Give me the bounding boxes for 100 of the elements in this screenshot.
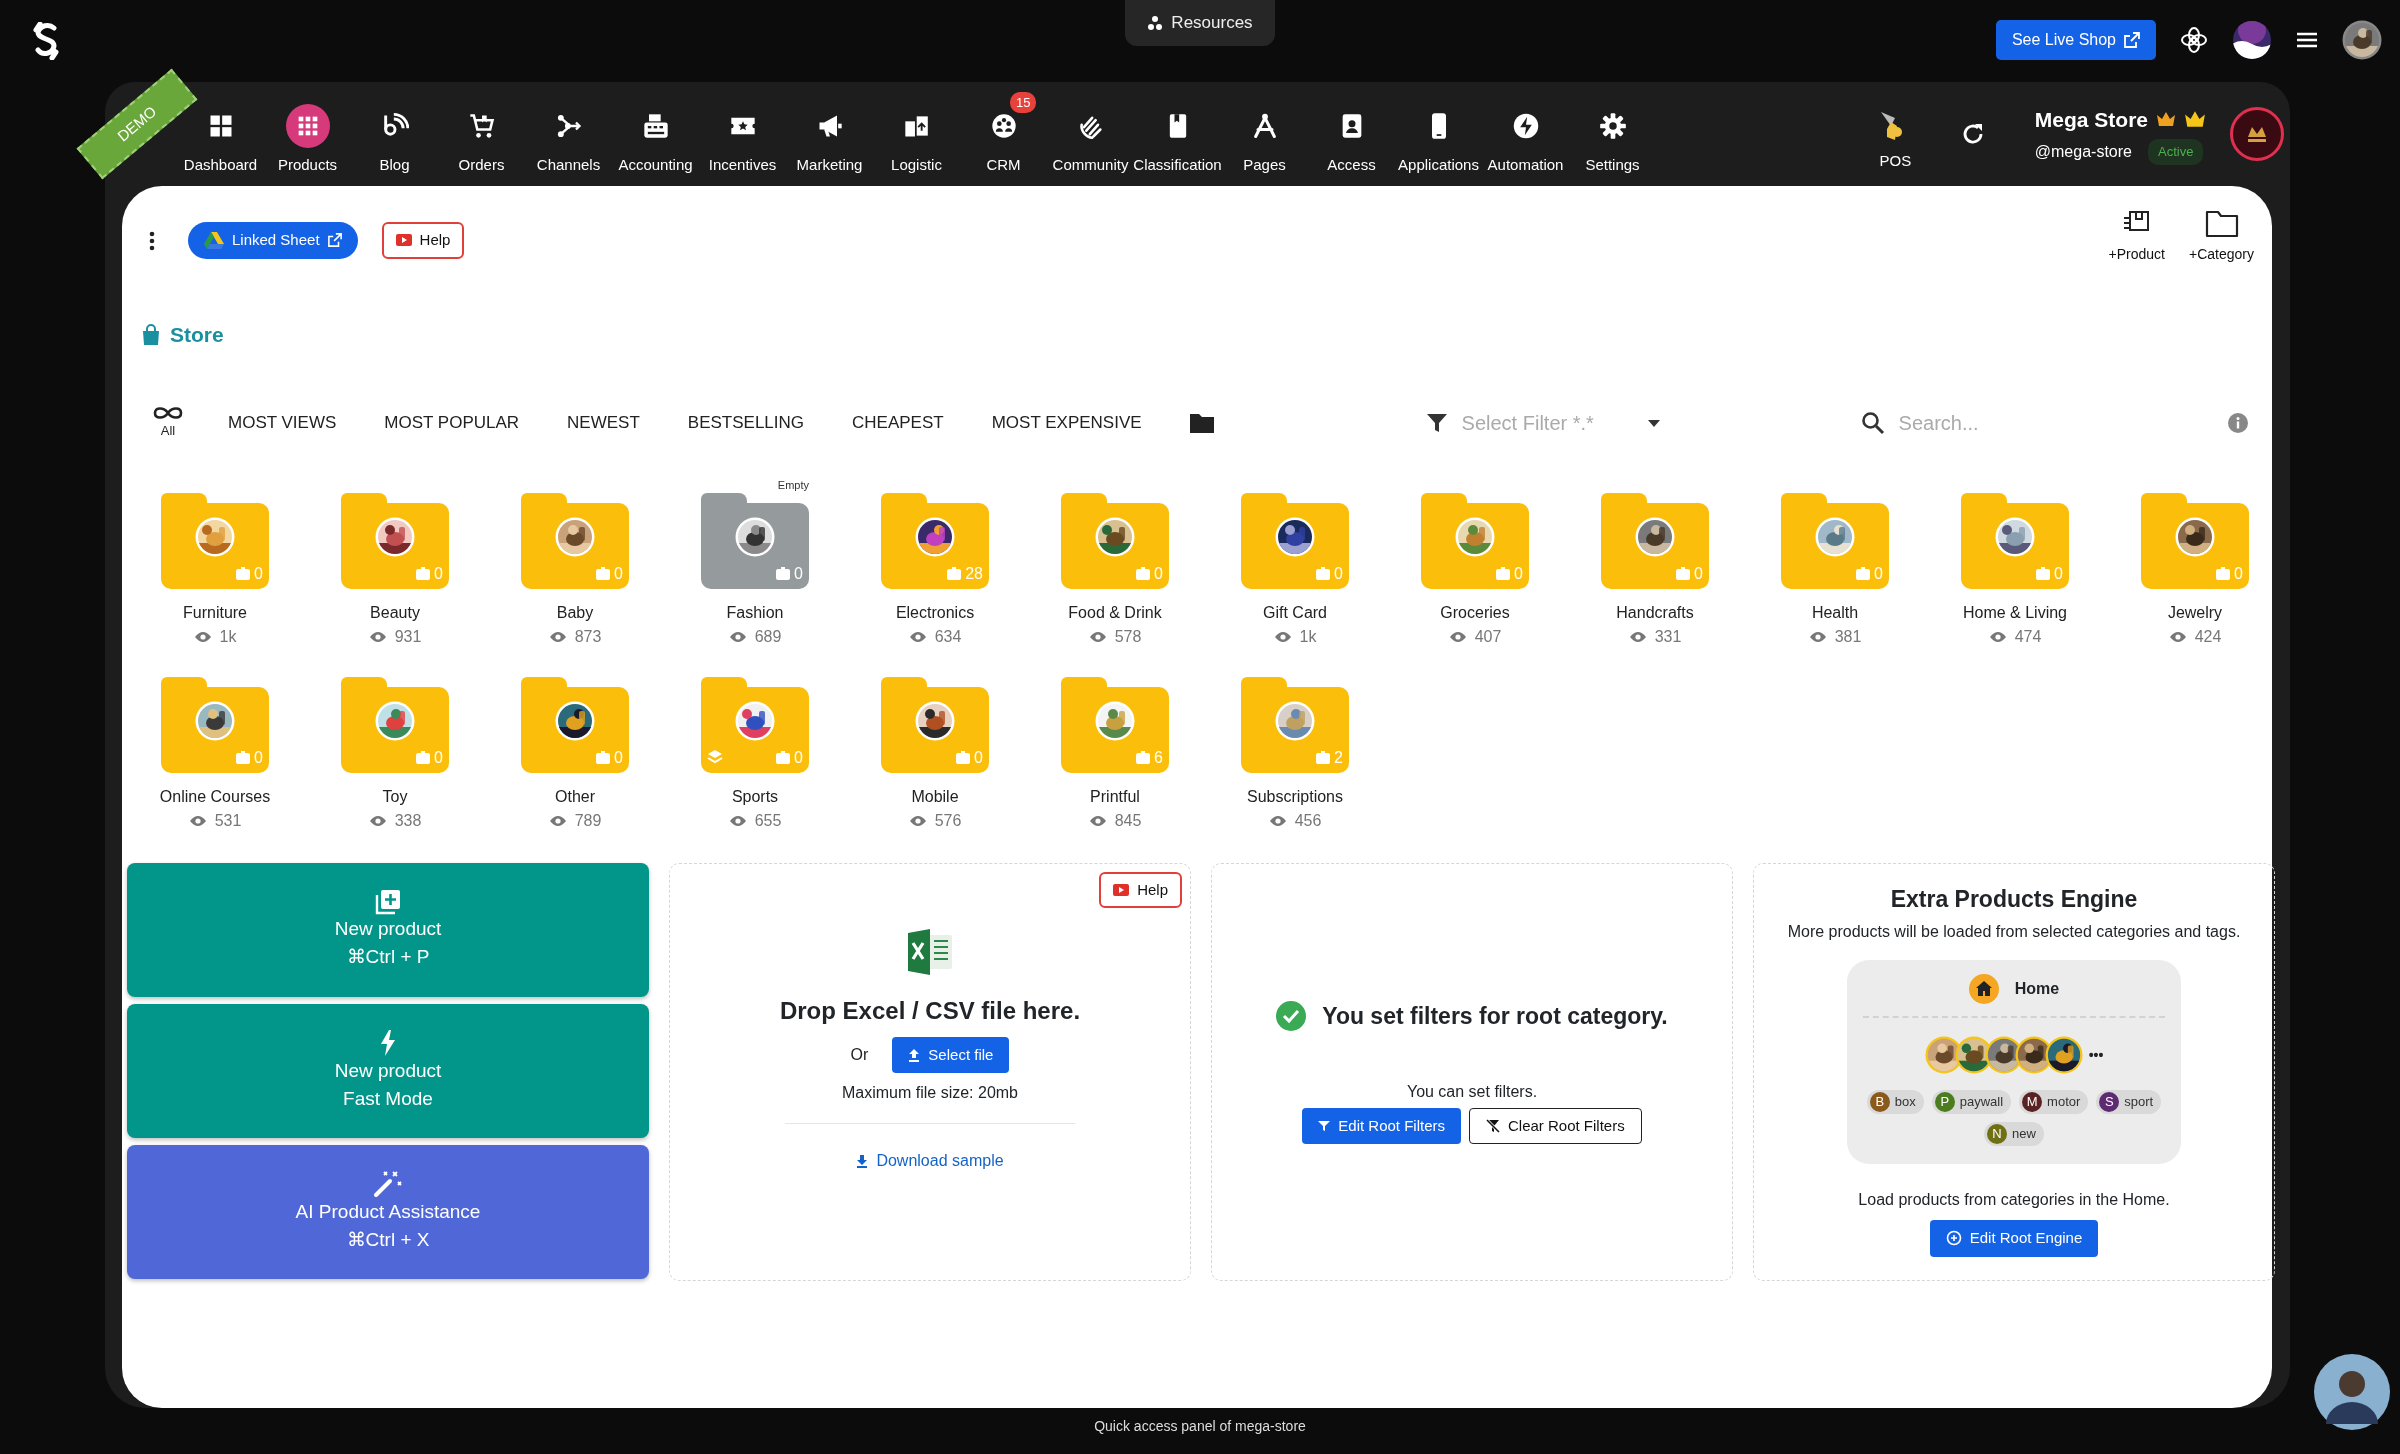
nav-tab[interactable]: Accounting <box>612 91 699 177</box>
linked-sheet-button[interactable]: Linked Sheet <box>188 222 358 259</box>
nav-tab[interactable]: Logistic <box>873 91 960 177</box>
nav-tab[interactable]: Settings <box>1569 91 1656 177</box>
resources-button[interactable]: Resources <box>1125 0 1275 46</box>
box-icon <box>596 567 611 580</box>
product-count: 28 <box>965 563 983 584</box>
product-count: 0 <box>2234 563 2243 584</box>
empty-label: Empty <box>777 477 809 493</box>
product-count: 0 <box>614 563 623 584</box>
sort-tab[interactable]: MOST VIEWS <box>228 409 337 436</box>
nav-tab[interactable]: Applications <box>1395 91 1482 177</box>
tag-label: box <box>1894 1093 1916 1112</box>
box-icon <box>776 751 791 764</box>
filter-off-icon <box>1486 1118 1500 1133</box>
info-icon <box>2228 412 2248 433</box>
product-count: 6 <box>1154 747 1163 768</box>
tag-label: sport <box>2124 1093 2154 1112</box>
category-name: Mobile <box>911 786 959 807</box>
category-name: Handcrafts <box>1616 602 1694 623</box>
video-icon <box>1113 883 1130 896</box>
status-badge: Active <box>2147 139 2204 165</box>
box-icon <box>1856 567 1871 580</box>
new-product-button[interactable]: New product ⌘Ctrl + P <box>127 862 649 997</box>
view-count: 576 <box>934 810 962 831</box>
product-count: 0 <box>614 747 623 768</box>
eye-icon <box>908 630 927 643</box>
category-name: Health <box>1811 602 1859 623</box>
tag-label: paywall <box>1959 1093 2004 1112</box>
store-logo-icon <box>2230 107 2284 161</box>
edit-root-filters-button[interactable]: Edit Root Filters <box>1302 1107 1461 1144</box>
sort-tab[interactable]: NEWEST <box>567 409 640 436</box>
video-icon <box>395 234 412 247</box>
gear-icon <box>1598 111 1627 140</box>
all-tab[interactable]: All <box>148 403 188 442</box>
box-icon <box>1316 567 1331 580</box>
view-count: 689 <box>754 626 782 647</box>
select-file-button[interactable]: Select file <box>892 1036 1010 1074</box>
store-handle: @mega-store <box>2034 141 2132 162</box>
bolt-icon <box>379 1028 397 1057</box>
fast-mode-button[interactable]: New product Fast Mode <box>127 1003 649 1138</box>
engine-title: Extra Products Engine <box>1890 884 2138 914</box>
pos-tab[interactable]: POS <box>1851 95 1939 173</box>
product-count: 0 <box>2054 563 2063 584</box>
product-count: 0 <box>1334 563 1343 584</box>
search-field[interactable]: Search... <box>1896 406 2197 439</box>
view-count: 578 <box>1114 626 1142 647</box>
nav-tab[interactable]: Classification <box>1134 91 1221 177</box>
category-name: Baby <box>556 602 594 623</box>
box-icon <box>2036 567 2051 580</box>
breadcrumb-link[interactable]: Store <box>170 319 224 351</box>
download-icon <box>856 1154 869 1169</box>
nav-tab[interactable]: Community <box>1047 91 1134 177</box>
max-size-note: Maximum file size: 20mb <box>841 1083 1018 1104</box>
category-name: Home & Living <box>1962 602 2067 623</box>
clear-root-filters-button[interactable]: Clear Root Filters <box>1469 1107 1642 1144</box>
product-count: 0 <box>1874 563 1883 584</box>
kebab-icon <box>149 231 155 251</box>
nav-tab[interactable]: Blog <box>351 91 438 177</box>
download-sample-link[interactable]: Download sample <box>855 1148 1005 1175</box>
sort-tab[interactable]: MOST EXPENSIVE <box>991 409 1142 436</box>
box-icon <box>776 567 791 580</box>
nav-tab[interactable]: Access <box>1308 91 1395 177</box>
category-name: Furniture <box>183 602 247 623</box>
edit-root-engine-button[interactable]: Edit Root Engine <box>1929 1220 2099 1257</box>
sort-tab[interactable]: CHEAPEST <box>852 409 944 436</box>
see-live-shop-button[interactable]: See Live Shop <box>1995 20 2156 60</box>
nav-tab[interactable]: Products <box>264 91 351 177</box>
category-label: Home <box>2014 979 2060 999</box>
product-count: 0 <box>974 747 983 768</box>
nav-tab[interactable]: CRM 15 <box>960 91 1047 177</box>
knot-icon <box>2180 26 2208 54</box>
nav-tab[interactable]: Channels <box>525 91 612 177</box>
nav-tab[interactable]: Pages <box>1221 91 1308 177</box>
view-count: 845 <box>1114 810 1142 831</box>
eye-icon <box>1628 630 1647 643</box>
category-name: Gift Card <box>1263 602 1327 623</box>
view-count: 456 <box>1294 810 1322 831</box>
add-category-button[interactable]: +Category <box>2189 208 2254 265</box>
more-indicator: ••• <box>2088 1045 2104 1065</box>
sort-tab[interactable]: BESTSELLING <box>687 409 805 436</box>
add-product-button[interactable]: +Product <box>2108 208 2165 265</box>
store-name: Mega Store <box>2034 106 2148 133</box>
sort-tab[interactable]: MOST POPULAR <box>384 409 520 436</box>
box-icon <box>236 567 251 580</box>
nav-tab[interactable]: Marketing <box>786 91 873 177</box>
cash-register-icon <box>641 111 670 140</box>
ai-assistant-button[interactable]: AI Product Assistance ⌘Ctrl + X <box>127 1144 649 1279</box>
eye-icon <box>1273 630 1292 643</box>
nav-tab[interactable]: Automation <box>1482 91 1569 177</box>
tag-label: new <box>2012 1125 2036 1144</box>
box-icon <box>1136 751 1151 764</box>
import-title: Drop Excel / CSV file here. <box>779 995 1081 1026</box>
filter-select[interactable]: Select Filter *.* <box>1459 406 1635 439</box>
box-icon <box>1136 567 1151 580</box>
help-button[interactable]: Help <box>1099 871 1182 908</box>
help-button[interactable]: Help <box>381 222 465 259</box>
magic-wand-icon <box>373 1169 403 1198</box>
nav-tab[interactable]: Orders <box>438 91 525 177</box>
nav-tab[interactable]: Incentives <box>699 91 786 177</box>
